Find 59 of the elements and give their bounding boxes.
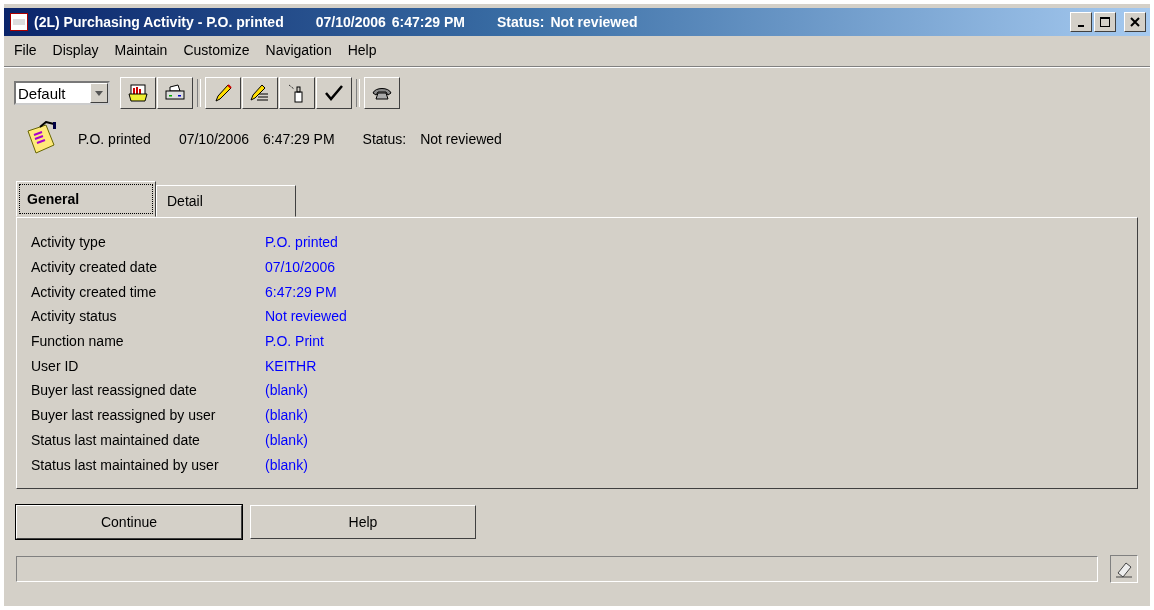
menu-item[interactable]: Maintain — [114, 42, 168, 58]
maximize-button[interactable] — [1094, 12, 1116, 32]
app-icon — [10, 13, 28, 31]
pencil-lines-icon — [249, 82, 271, 104]
activity-date: 07/10/2006 — [178, 131, 249, 147]
tab[interactable]: Detail — [156, 185, 296, 217]
status-label: Status: — [362, 131, 407, 147]
title-time: 6:47:29 PM — [391, 14, 465, 30]
menu-item[interactable]: File — [14, 42, 37, 58]
field-value: 07/10/2006 — [265, 259, 336, 276]
field-value: 6:47:29 PM — [265, 283, 337, 300]
field-value: (blank) — [265, 431, 308, 448]
eraser-icon — [1110, 555, 1138, 583]
field-label: Buyer last reassigned by user — [31, 407, 217, 424]
field-label: User ID — [31, 357, 80, 374]
toolbar-button[interactable] — [279, 77, 315, 109]
window-title: (2L) Purchasing Activity - P.O. printed — [34, 14, 284, 30]
field-label: Function name — [31, 333, 125, 350]
toolbar-button[interactable] — [120, 77, 156, 109]
toolbar-button[interactable] — [205, 77, 241, 109]
menu-item[interactable]: Navigation — [265, 42, 332, 58]
tab[interactable]: General — [16, 181, 156, 217]
field-label: Activity created time — [31, 283, 158, 300]
action-button[interactable]: Help — [250, 505, 476, 539]
printer-tray-icon — [127, 82, 149, 104]
field-label: Buyer last reassigned date — [31, 382, 198, 399]
activity-time: 6:47:29 PM — [263, 131, 335, 147]
field-label: Status last maintained by user — [31, 456, 220, 473]
menu-item[interactable]: Customize — [183, 42, 250, 58]
close-button[interactable] — [1124, 12, 1146, 32]
field-value: Not reviewed — [265, 308, 347, 325]
activity-type: P.O. printed — [78, 131, 151, 147]
field-value: P.O. Print — [265, 333, 324, 350]
field-label: Status last maintained date — [31, 431, 201, 448]
toolbar-button[interactable] — [364, 77, 400, 109]
menu-item[interactable]: Help — [347, 42, 377, 58]
menu-item[interactable]: Display — [52, 42, 99, 58]
title-status-label: Status: — [496, 14, 545, 30]
field-value: KEITHR — [265, 357, 317, 374]
toolbar-button[interactable] — [316, 77, 352, 109]
field-label: Activity type — [31, 234, 107, 251]
view-select[interactable]: Default — [14, 81, 110, 105]
close-icon — [1130, 17, 1140, 27]
field-label: Activity status — [31, 308, 118, 325]
title-status: Not reviewed — [550, 14, 638, 30]
status-value: Not reviewed — [420, 131, 502, 147]
field-value: (blank) — [265, 407, 308, 424]
field-label: Activity created date — [31, 259, 159, 276]
field-value: (blank) — [265, 456, 308, 473]
minimize-icon — [1078, 25, 1084, 27]
toolbar-button[interactable] — [242, 77, 278, 109]
title-date: 07/10/2006 — [315, 14, 386, 30]
toolbar-button[interactable] — [157, 77, 193, 109]
action-button[interactable]: Continue — [16, 505, 242, 539]
field-value: (blank) — [265, 382, 308, 399]
minimize-button[interactable] — [1070, 12, 1092, 32]
maximize-icon — [1100, 17, 1110, 27]
field-value: P.O. printed — [265, 234, 338, 251]
pencil-icon — [212, 82, 234, 104]
